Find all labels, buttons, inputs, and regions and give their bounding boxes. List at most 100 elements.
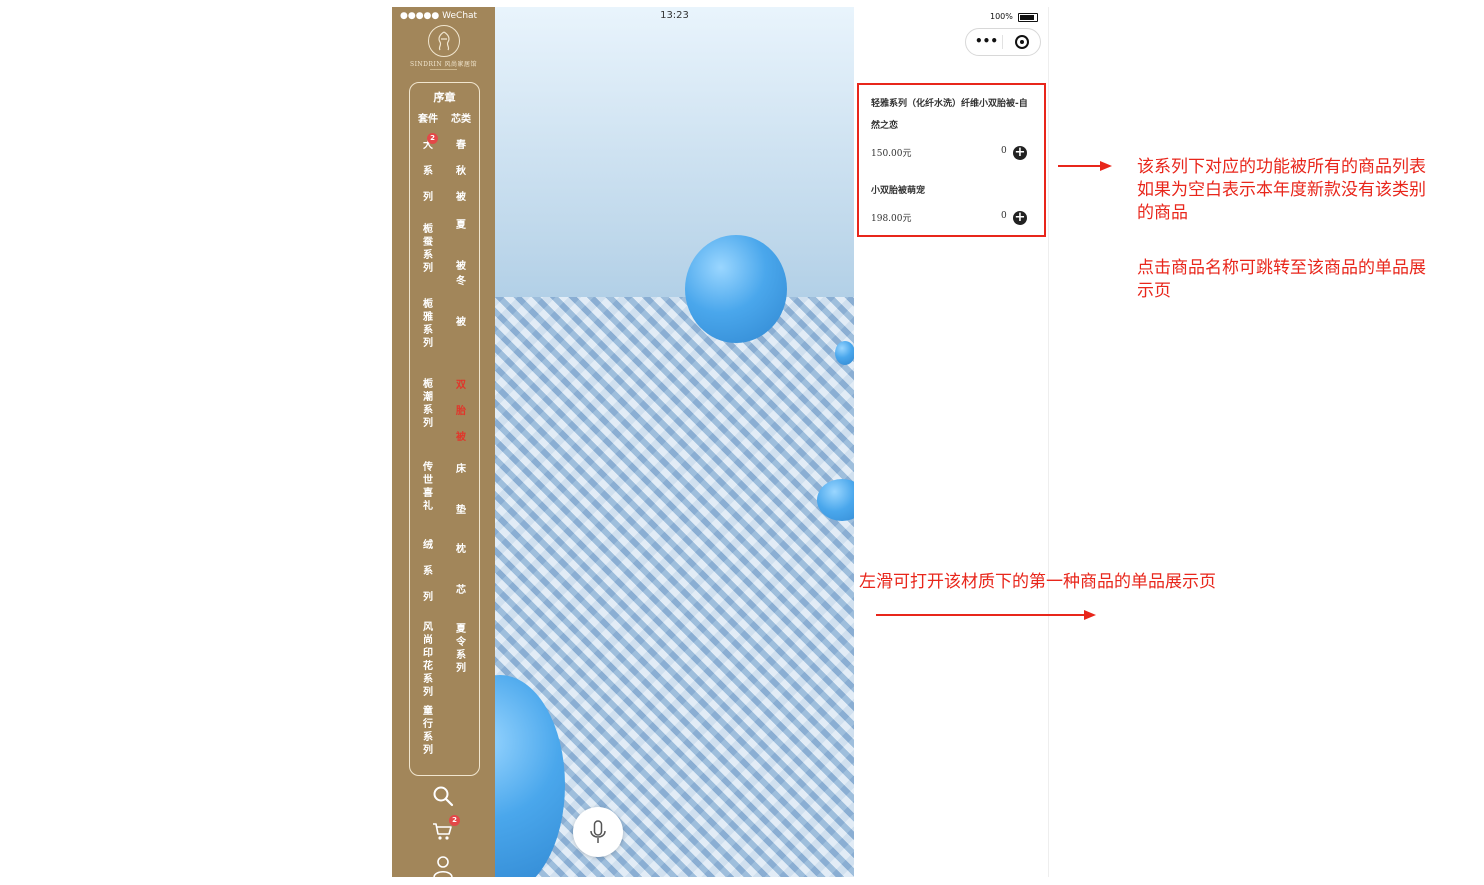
menu-column-cores: 芯类 [446, 110, 476, 125]
product-name[interactable]: 轻雅系列（化纤水洗）纤维小双胎被-自然之恋 [871, 93, 1031, 137]
menu-item-char: 列 [423, 745, 433, 756]
blue-ball [685, 235, 787, 343]
menu-item-char: 芯 [456, 585, 466, 596]
menu-item-char: 系 [423, 674, 433, 685]
menu-item-char: 栀 [423, 224, 433, 235]
brand-logo[interactable] [428, 25, 460, 57]
menu-item-char: 系 [423, 325, 433, 336]
search-icon[interactable] [432, 785, 454, 807]
product-price: 150.00元 [871, 149, 912, 159]
battery-icon [1018, 13, 1038, 22]
menu-item-char: 栀 [423, 299, 433, 310]
menu-item-char: 礼 [423, 501, 433, 512]
annotation-line: 如果为空白表示本年度新款没有该类别 [1137, 180, 1426, 200]
menu-item-char: 秋 [456, 166, 466, 177]
menu-item-char: 列 [423, 592, 433, 603]
microphone-icon [590, 820, 606, 843]
menu-item-char: 系 [423, 166, 433, 177]
menu-item[interactable]: 冬被 [446, 275, 476, 329]
menu-item[interactable]: 夏被 [446, 219, 476, 273]
cart-badge: 2 [449, 815, 460, 826]
add-icon[interactable]: + [1013, 211, 1027, 225]
menu-item-char: 绒 [423, 540, 433, 551]
menu-item-char: 垫 [456, 505, 466, 516]
user-icon[interactable] [432, 855, 454, 877]
menu-item-char: 枕 [456, 544, 466, 555]
swipe-annotation: 左滑可打开该材质下的第一种商品的单品展示页 [859, 572, 1216, 592]
menu-item-char: 童 [423, 706, 433, 717]
menu-item-char: 行 [423, 719, 433, 730]
annotation-line: 点击商品名称可跳转至该商品的单品展 [1137, 258, 1426, 278]
menu-item-char: 系 [456, 650, 466, 661]
menu-item-char: 栀 [423, 379, 433, 390]
product-list: 轻雅系列（化纤水洗）纤维小双胎被-自然之恋 150.00元 0 + 小双胎被萌宠… [857, 83, 1046, 237]
menu-column-sets: 套件 [413, 110, 443, 125]
menu-item-char: 双 [456, 380, 466, 391]
menu-item-char: 胎 [456, 406, 466, 417]
menu-item-char: 列 [423, 418, 433, 429]
menu-item[interactable]: 夏令系列 [446, 623, 476, 675]
product-name[interactable]: 小双胎被萌宠 [871, 180, 1031, 202]
menu-item-char: 列 [423, 687, 433, 698]
close-target-icon[interactable] [1015, 35, 1029, 49]
status-carrier: ●●●●● WeChat [400, 11, 478, 21]
menu-item-char: 花 [423, 661, 433, 672]
menu-item-char: 列 [423, 338, 433, 349]
status-battery-text: 100% [990, 12, 1013, 21]
annotation-arrow-head [1100, 161, 1112, 171]
menu-item-char: 印 [423, 648, 433, 659]
menu-item-char: 系 [423, 732, 433, 743]
menu-item-char: 令 [456, 637, 466, 648]
brand-logo-text: SINDRIN 风尚家居馆 [409, 61, 478, 68]
menu-item-char: 喜 [423, 488, 433, 499]
menu-item[interactable]: 栀蚕系列 [413, 223, 443, 275]
menu-item[interactable]: 童行系列 [413, 705, 443, 757]
menu-item[interactable]: 双胎被 [446, 379, 476, 444]
jump-annotation: 点击商品名称可跳转至该商品的单品展 示页 [1137, 257, 1426, 303]
blue-ball [835, 341, 854, 365]
annotation-arrow [1058, 165, 1102, 167]
menu-item-char: 列 [423, 263, 433, 274]
voice-button[interactable] [573, 807, 623, 857]
menu-item-char: 风 [423, 622, 433, 633]
mini-program-capsule: ••• [965, 28, 1041, 56]
menu-item-char: 冬 [456, 276, 466, 287]
menu-item-char: 被 [456, 192, 466, 203]
menu-item-char: 雅 [423, 312, 433, 323]
menu-item[interactable]: 传世喜礼 [413, 461, 443, 513]
menu-item-char: 系 [423, 405, 433, 416]
capsule-divider [1002, 35, 1003, 49]
menu-item-char: 春 [456, 140, 466, 151]
menu-item-char: 传 [423, 462, 433, 473]
menu-item[interactable]: 春秋被 [446, 139, 476, 204]
menu-item[interactable]: 床垫 [446, 463, 476, 517]
menu-heading[interactable]: 序章 [410, 89, 479, 105]
menu-item[interactable]: 绒系列 [413, 539, 443, 604]
logo-divider [430, 69, 457, 70]
menu-item-char: 床 [456, 464, 466, 475]
phone-frame: ●●●●● WeChat SINDRIN 风尚家居馆 序章 套件 芯类 大系列2… [392, 7, 1049, 877]
brand-emblem-icon [438, 31, 450, 51]
menu-item-char: 被 [456, 261, 466, 272]
category-menu: 序章 套件 芯类 大系列2栀蚕系列栀雅系列栀潮系列传世喜礼绒系列风尚印花系列童行… [409, 82, 480, 776]
menu-item-char: 系 [423, 566, 433, 577]
annotation-line: 的商品 [1137, 203, 1188, 223]
menu-item[interactable]: 枕芯 [446, 543, 476, 597]
product-price: 198.00元 [871, 214, 912, 224]
product-quantity: 0 [1001, 211, 1007, 221]
swipe-arrow [876, 614, 1086, 616]
more-icon[interactable]: ••• [975, 35, 998, 47]
add-icon[interactable]: + [1013, 146, 1027, 160]
menu-item[interactable]: 栀雅系列 [413, 298, 443, 350]
menu-item[interactable]: 栀潮系列 [413, 378, 443, 430]
annotation-line: 该系列下对应的功能被所有的商品列表 [1137, 157, 1426, 177]
menu-item-char: 尚 [423, 635, 433, 646]
menu-item[interactable]: 风尚印花系列 [413, 621, 443, 699]
hero-banner-image[interactable]: 13:23 [495, 7, 854, 877]
column-title-sets: 套件 [418, 114, 438, 125]
menu-item-char: 列 [423, 192, 433, 203]
item-badge: 2 [427, 133, 438, 144]
menu-item-char: 系 [423, 250, 433, 261]
menu-item[interactable]: 大系列2 [413, 133, 443, 204]
menu-item-char: 被 [456, 317, 466, 328]
